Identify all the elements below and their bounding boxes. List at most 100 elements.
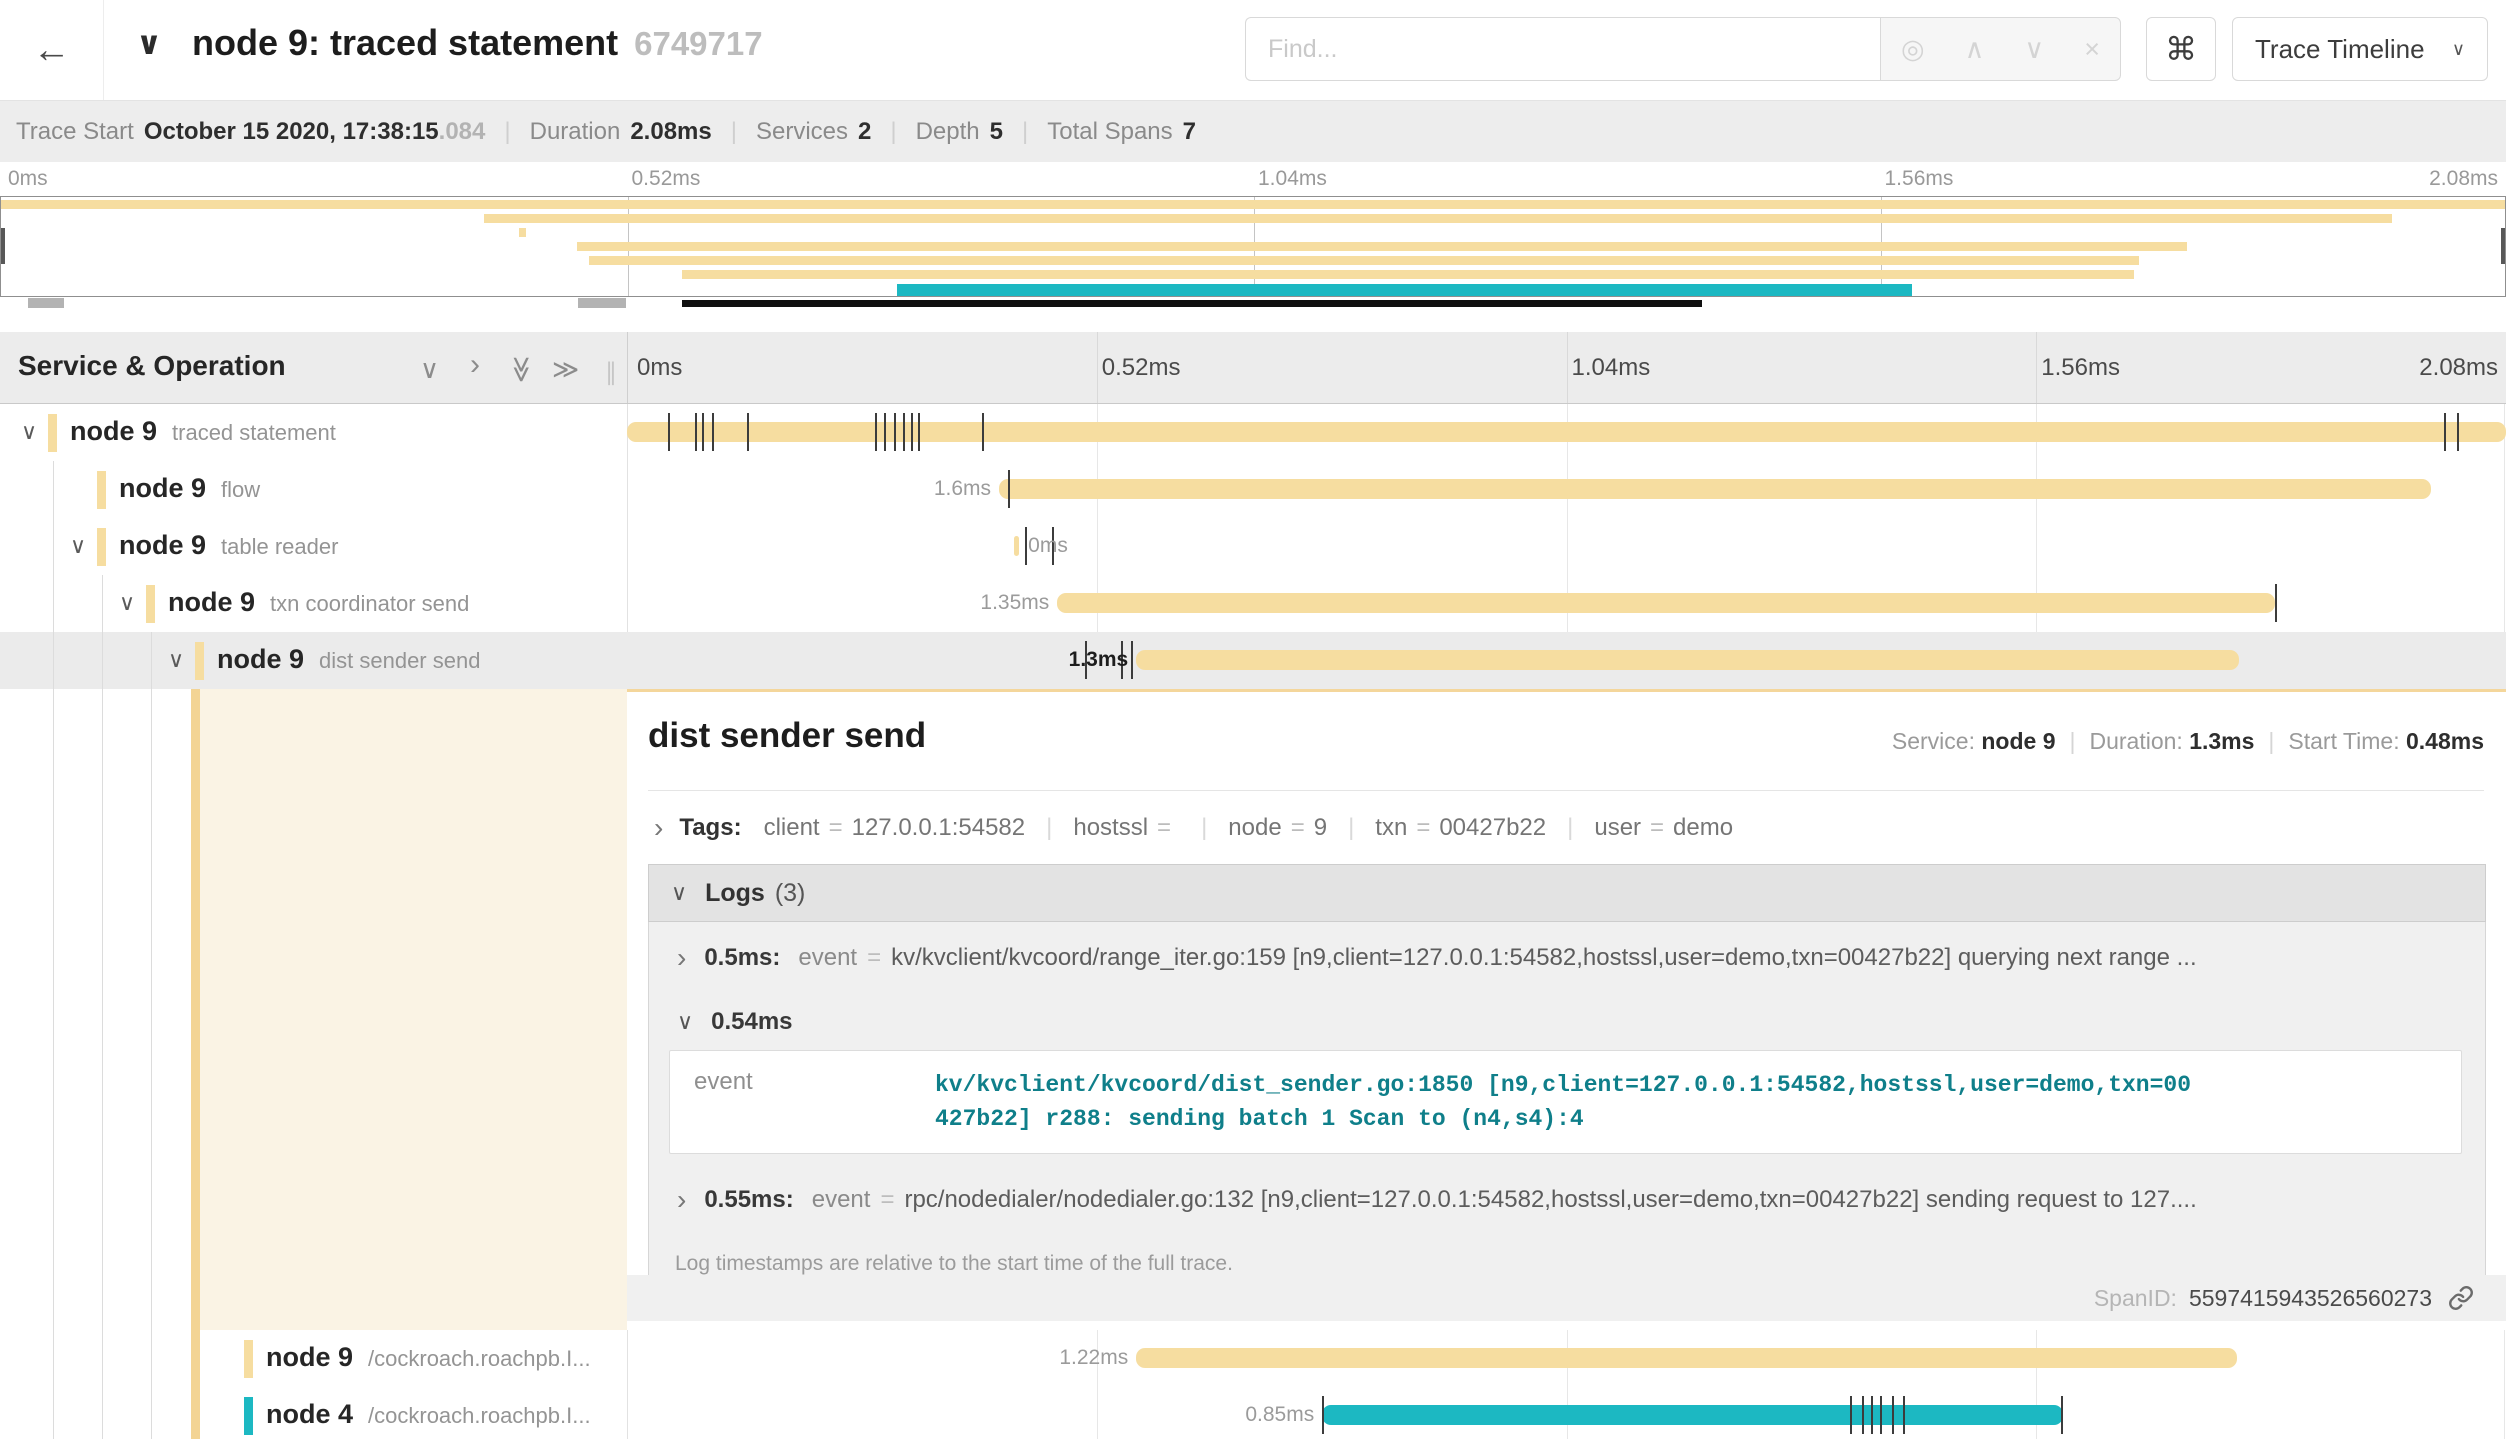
summary-separator: | [1022, 118, 1028, 146]
span-detail-row: dist sender sendService: node 9|Duration… [0, 689, 2506, 1330]
span-bar[interactable] [1014, 536, 1019, 556]
summary-label: Services [756, 118, 848, 145]
span-row-label-cell[interactable]: ∨ node 9traced statement [0, 404, 627, 461]
span-bar[interactable] [999, 479, 2431, 499]
minimap-scrollbar[interactable] [682, 300, 1702, 307]
indent-guide [102, 632, 103, 689]
span-row: ∨node 9table reader0ms [0, 518, 2506, 575]
span-bar[interactable] [627, 422, 2506, 442]
span-duration-label: 0.85ms [1245, 1403, 1314, 1427]
service-color-bar [97, 471, 106, 509]
log-marker-tick [1903, 1396, 1905, 1434]
column-resize-grip[interactable]: ∥ [605, 358, 617, 387]
tag-value: 00427b22 [1439, 814, 1546, 841]
timeline-tick-label: 2.08ms [2419, 354, 2498, 382]
log-marker-tick [1131, 641, 1133, 679]
prev-result-icon[interactable]: ∧ [1965, 34, 1985, 65]
minimap-tick-label: 2.08ms [2429, 167, 2498, 191]
minimap-canvas[interactable] [0, 196, 2506, 297]
next-result-icon[interactable]: ∨ [2024, 34, 2044, 65]
span-row: ∨node 9dist sender send1.3ms [0, 632, 2506, 689]
indent-guide [102, 1330, 103, 1387]
span-row-timeline-cell [627, 404, 2506, 461]
expand-one-icon[interactable]: › [470, 348, 480, 382]
span-bar[interactable] [1136, 650, 2239, 670]
operation-name: table reader [221, 534, 338, 559]
summary-separator: | [890, 118, 896, 146]
span-row-label-cell[interactable]: ∨node 9txn coordinator send [0, 575, 627, 632]
tag-value: 9 [1314, 814, 1327, 841]
operation-name: flow [221, 477, 260, 502]
service-color-bar [48, 414, 57, 452]
span-bar[interactable] [1057, 593, 2275, 613]
span-bar[interactable] [1322, 1405, 2062, 1425]
chevron-down-icon[interactable]: ∨ [21, 419, 37, 445]
service-name: node 9traced statement [70, 416, 336, 447]
clear-search-icon[interactable]: × [2084, 34, 2100, 65]
indent-guide [151, 1387, 152, 1439]
log-entry-expanded-header[interactable]: ∨0.54ms [649, 994, 2485, 1050]
minimap-span-bar [1, 200, 2505, 209]
tag-separator: | [1201, 814, 1207, 842]
log-marker-tick [1322, 1396, 1324, 1434]
overview-separator: | [2268, 728, 2274, 754]
indent-guide [53, 575, 54, 632]
log-marker-tick [894, 413, 896, 451]
log-entry[interactable]: ›0.55ms:event=rpc/nodedialer/nodedialer.… [649, 1164, 2485, 1236]
logs-accordion: ∨Logs(3)›0.5ms:event=kv/kvclient/kvcoord… [648, 864, 2486, 1301]
back-button[interactable]: ← [0, 0, 104, 100]
minimap-handle-right[interactable] [578, 298, 626, 308]
view-select[interactable]: Trace Timeline ∨ [2232, 17, 2488, 81]
log-key: event [812, 1186, 871, 1214]
tag-key: client [764, 814, 820, 841]
span-bar[interactable] [1136, 1348, 2237, 1368]
indent-guide [53, 1330, 54, 1387]
tag-equals: = [1416, 814, 1430, 841]
detail-divider [648, 790, 2484, 791]
tag-equals: = [1650, 814, 1664, 841]
keyboard-shortcuts-button[interactable]: ⌘ [2146, 17, 2216, 81]
minimap-handle-left[interactable] [28, 298, 64, 308]
minimap-span-bar [589, 256, 2139, 265]
span-row-label-cell[interactable]: node 9flow [0, 461, 627, 518]
indent-guide [102, 575, 103, 632]
minimap-axis: 0ms0.52ms1.04ms1.56ms2.08ms [0, 165, 2506, 195]
overview-label: Service: [1892, 728, 1981, 754]
tags-label: Tags: [679, 814, 741, 842]
trace-collapse-icon[interactable]: ∨ [136, 24, 162, 62]
span-row-label-cell[interactable]: node 9/cockroach.roachpb.I... [0, 1330, 627, 1387]
logs-header[interactable]: ∨Logs(3) [648, 864, 2486, 922]
span-detail-title: dist sender send [648, 716, 926, 756]
tags-accordion[interactable]: ›Tags:client=127.0.0.1:54582|hostssl=|no… [648, 802, 1733, 854]
span-row-label-cell[interactable]: ∨node 9table reader [0, 518, 627, 575]
span-row-label-cell[interactable]: node 4/cockroach.roachpb.I... [0, 1387, 627, 1439]
minimap-drag-handle-left[interactable] [1, 228, 5, 264]
log-marker-tick [1880, 1396, 1882, 1434]
log-entry[interactable]: ›0.5ms:event=kv/kvclient/kvcoord/range_i… [649, 922, 2485, 994]
logs-label: Logs [705, 879, 765, 908]
find-input[interactable] [1266, 34, 1861, 65]
timeline-gridline [1097, 332, 1098, 403]
span-row-label-cell[interactable]: ∨node 9dist sender send [0, 632, 627, 689]
service-name: node 9flow [119, 473, 260, 504]
service-color-bar [146, 585, 155, 623]
minimap-span-bar [577, 242, 2187, 251]
collapse-one-icon[interactable]: ∨ [420, 354, 439, 385]
selected-span-highlight [200, 689, 627, 1330]
expand-all-icon[interactable]: ≫ [552, 354, 579, 385]
link-icon[interactable] [2448, 1285, 2474, 1311]
service-name: node 4/cockroach.roachpb.I... [266, 1399, 591, 1430]
tag-value: 127.0.0.1:54582 [852, 814, 1026, 841]
collapse-all-icon[interactable]: ≫ [506, 356, 537, 383]
summary-value: 2.08ms [630, 118, 711, 145]
locate-icon[interactable]: ◎ [1901, 34, 1925, 65]
chevron-right-icon: › [654, 812, 663, 844]
chevron-down-icon[interactable]: ∨ [168, 647, 184, 673]
minimap-drag-handle-right[interactable] [2501, 228, 2505, 264]
tag-equals: = [1291, 814, 1305, 841]
span-row: ∨ node 9traced statement [0, 404, 2506, 461]
summary-value: 2 [858, 118, 871, 145]
chevron-down-icon[interactable]: ∨ [119, 590, 135, 616]
indent-guide [151, 632, 152, 689]
chevron-down-icon[interactable]: ∨ [70, 533, 86, 559]
